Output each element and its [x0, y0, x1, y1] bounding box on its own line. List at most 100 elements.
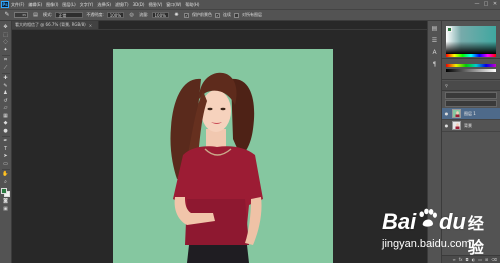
hue-slider[interactable]	[446, 54, 496, 57]
tool-divider	[1, 136, 10, 137]
menu-items: 文件(F) 编辑(E) 图像(I) 图层(L) 文字(Y) 选择(S) 滤镜(T…	[11, 2, 203, 8]
tool-preset-icon[interactable]: ✎	[3, 11, 11, 19]
crop-icon[interactable]: ⌗	[2, 57, 10, 65]
protect-fg-checkbox[interactable]: ✓	[183, 12, 189, 18]
eye-icon[interactable]: ●	[444, 123, 449, 128]
tab-strip-divider	[12, 29, 427, 30]
right-eye	[220, 107, 226, 111]
menu-select[interactable]: 选择(S)	[97, 2, 111, 8]
dodge-icon[interactable]: ●	[2, 128, 10, 136]
mode-select[interactable]: 正常	[55, 12, 84, 18]
menu-view[interactable]: 视图(V)	[148, 2, 162, 8]
pants	[187, 245, 249, 263]
layer-name: 图层 1	[464, 110, 476, 116]
adjustments-hue-strip[interactable]	[446, 64, 496, 67]
menu-file[interactable]: 文件(F)	[11, 2, 24, 8]
color-panel	[442, 21, 500, 59]
layer-thumbnail	[452, 109, 461, 118]
menu-3d[interactable]: 3D(D)	[133, 2, 145, 8]
watermark-du: du	[438, 209, 466, 234]
opacity-field[interactable]: 100%	[106, 12, 125, 18]
brush-icon[interactable]: ✎	[2, 83, 10, 91]
type-icon[interactable]: T	[2, 146, 10, 154]
document-tab[interactable]: 看大的相信了 @ 66.7% (背景, RGB/8) ×	[12, 21, 100, 29]
minimize-button[interactable]: —	[474, 1, 480, 7]
portrait-photo	[170, 72, 263, 263]
brush-size-value: 35	[22, 13, 26, 17]
layer-filter-icon[interactable]: ⚲	[445, 83, 448, 88]
lasso-icon[interactable]: ◌	[2, 39, 10, 47]
eraser-icon[interactable]: ▱	[2, 105, 10, 113]
marquee-icon[interactable]: ⬚	[2, 32, 10, 40]
tool-divider	[1, 169, 10, 170]
close-icon[interactable]: ×	[89, 23, 92, 28]
screen-mode-icon[interactable]: ▣	[2, 206, 10, 214]
options-bar: ✎ 35 ▤ 模式: 正常 不透明度: 100% ◎ 流量: 100% ✺ ✓ …	[0, 9, 500, 21]
watermark-logo: Bai du 经验	[382, 207, 498, 258]
character-panel-icon[interactable]: A	[430, 48, 439, 57]
menu-image[interactable]: 图像(I)	[46, 2, 58, 8]
gradient-icon[interactable]: ▦	[2, 113, 10, 121]
lock-controls[interactable]	[445, 100, 497, 107]
move-icon[interactable]: ✥	[2, 24, 10, 32]
pen-icon[interactable]: ✒	[2, 138, 10, 146]
all-layers-checkbox[interactable]	[233, 12, 239, 18]
watermark-bai: Bai	[382, 209, 417, 234]
watermark-jingyan: 经验	[467, 214, 484, 257]
contiguous-checkbox[interactable]: ✓	[214, 12, 220, 18]
menu-filter[interactable]: 滤镜(T)	[115, 2, 129, 8]
airbrush-icon[interactable]: ✺	[172, 12, 181, 19]
eye-icon[interactable]: ●	[444, 111, 449, 116]
document-area: 看大的相信了 @ 66.7% (背景, RGB/8) ×	[12, 21, 427, 263]
layer-name: 背景	[464, 122, 472, 128]
tool-divider	[1, 73, 10, 74]
paragraph-panel-icon[interactable]: ¶	[430, 60, 439, 69]
blur-icon[interactable]: ◆	[2, 120, 10, 128]
adjustments-gray-strip[interactable]	[446, 69, 496, 72]
tools-panel: ✥ ⬚ ◌ ✦ ⌗ ⟋ ✚ ✎ ♟ ↺ ▱ ▦ ◆ ● ✒ T ➤ ▭ ✋ ⌕ …	[0, 21, 12, 263]
foreground-color-swatch[interactable]	[0, 188, 7, 194]
properties-panel-icon[interactable]: ☰	[430, 36, 439, 45]
magic-wand-icon[interactable]: ✦	[2, 47, 10, 55]
healing-icon[interactable]: ✚	[2, 75, 10, 83]
left-eye	[207, 107, 213, 111]
color-swatches	[0, 188, 11, 198]
shape-icon[interactable]: ▭	[2, 161, 10, 169]
layer-row[interactable]: ● 背景	[442, 120, 500, 132]
layer-thumbnail	[452, 121, 461, 130]
baidu-jingyan-watermark: Bai du 经验 jingyan.baidu.com	[380, 207, 498, 261]
face	[201, 90, 231, 132]
menu-help[interactable]: 帮助(H)	[185, 2, 199, 8]
eyedropper-icon[interactable]: ⟋	[2, 65, 10, 73]
menu-type[interactable]: 文字(Y)	[80, 2, 94, 8]
zoom-icon[interactable]: ⌕	[2, 179, 10, 187]
paw-icon	[419, 208, 438, 227]
menu-bar: Ps 文件(F) 编辑(E) 图像(I) 图层(L) 文字(Y) 选择(S) 滤…	[0, 0, 500, 9]
path-select-icon[interactable]: ➤	[2, 153, 10, 161]
blend-mode-select[interactable]	[445, 92, 497, 99]
hand-icon[interactable]: ✋	[2, 171, 10, 179]
color-spectrum[interactable]	[446, 26, 496, 54]
menu-layer[interactable]: 图层(L)	[62, 2, 75, 8]
window-controls: — □ ✕	[474, 1, 498, 7]
clone-stamp-icon[interactable]: ♟	[2, 90, 10, 98]
maximize-button[interactable]: □	[483, 1, 489, 7]
history-brush-icon[interactable]: ↺	[2, 98, 10, 106]
layer-row[interactable]: ● 图层 1	[442, 108, 500, 120]
close-button[interactable]: ✕	[492, 1, 498, 7]
flow-field[interactable]: 100%	[151, 12, 169, 18]
photoshop-logo: Ps	[1, 1, 9, 8]
menu-edit[interactable]: 编辑(E)	[28, 2, 42, 8]
image-canvas[interactable]	[113, 49, 333, 263]
opacity-label: 不透明度:	[86, 12, 104, 17]
layers-panel-header: ⚲	[442, 81, 500, 91]
brush-panel-icon[interactable]: ▤	[31, 12, 40, 19]
document-tab-title: 看大的相信了 @ 66.7% (背景, RGB/8)	[15, 22, 86, 27]
brush-size-picker[interactable]: 35	[14, 12, 28, 18]
pressure-opacity-icon[interactable]: ◎	[127, 12, 136, 19]
current-color-swatch[interactable]	[447, 27, 452, 32]
quick-mask-icon[interactable]: ◙	[2, 198, 10, 206]
menu-window[interactable]: 窗口(W)	[166, 2, 181, 8]
history-panel-icon[interactable]: ▤	[430, 24, 439, 33]
mode-label: 模式:	[43, 12, 53, 17]
